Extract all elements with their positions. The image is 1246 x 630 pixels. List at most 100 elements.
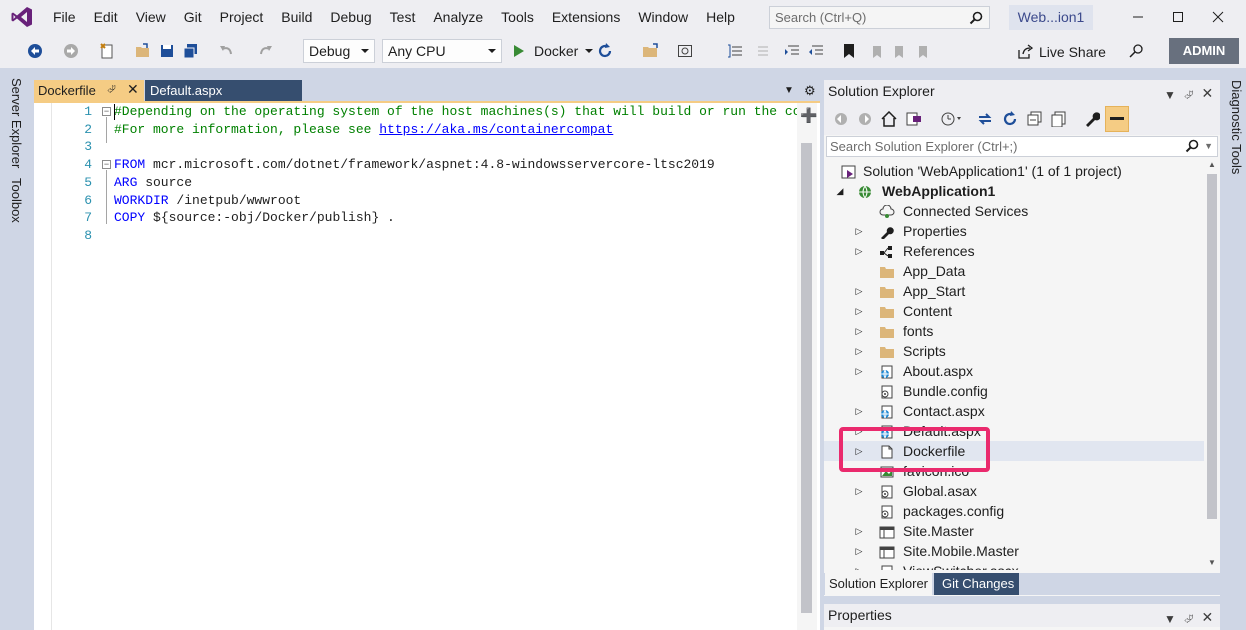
chevron-down-icon[interactable]: ▼ — [1204, 137, 1213, 156]
expand-arrow-icon[interactable]: ▷ — [853, 361, 865, 381]
tree-item-global-asax[interactable]: ▷ Global.asax — [824, 481, 1204, 501]
menu-test[interactable]: Test — [381, 0, 425, 34]
expand-arrow-icon[interactable]: ▷ — [853, 221, 865, 241]
new-project-icon[interactable] — [96, 41, 118, 61]
menu-build[interactable]: Build — [272, 0, 321, 34]
back-icon[interactable] — [832, 109, 850, 129]
tree-item-app-data[interactable]: App_Data — [824, 261, 1204, 281]
menu-help[interactable]: Help — [697, 0, 744, 34]
scroll-up-icon[interactable]: ▲ — [1208, 160, 1216, 169]
collapse-region-icon[interactable]: − — [102, 160, 111, 169]
close-tab-icon[interactable]: ✕ — [127, 79, 139, 100]
next-bookmark-icon[interactable] — [890, 41, 910, 61]
live-share-button[interactable]: Live Share — [1017, 41, 1106, 63]
home-icon[interactable] — [880, 109, 898, 129]
menu-edit[interactable]: Edit — [85, 0, 127, 34]
menu-tools[interactable]: Tools — [492, 0, 543, 34]
tab-solution-explorer[interactable]: Solution Explorer — [825, 573, 932, 595]
search-input[interactable]: Search (Ctrl+Q) — [769, 6, 990, 29]
menu-project[interactable]: Project — [211, 0, 273, 34]
save-all-icon[interactable] — [182, 41, 200, 61]
account-button[interactable]: ADMIN — [1169, 38, 1239, 64]
expand-arrow-icon[interactable]: ▷ — [853, 321, 865, 341]
solution-name-badge[interactable]: Web...ion1 — [1009, 5, 1093, 30]
collapse-region-icon[interactable]: − — [102, 107, 111, 116]
menu-debug[interactable]: Debug — [321, 0, 380, 34]
tree-item-references[interactable]: ▷ References — [824, 241, 1204, 261]
menu-window[interactable]: Window — [629, 0, 697, 34]
decrease-indent-icon[interactable] — [782, 41, 802, 61]
increase-indent-icon[interactable] — [806, 41, 826, 61]
code-editor[interactable]: 1 2 3 4 5 6 7 8 − − #Depending on the op… — [34, 103, 820, 630]
start-debugging-button[interactable]: Docker — [512, 40, 594, 62]
tree-item-about-aspx[interactable]: ▷ About.aspx — [824, 361, 1204, 381]
switch-views-icon[interactable] — [904, 109, 924, 129]
expand-arrow-icon[interactable]: ▷ — [853, 281, 865, 301]
tree-item-connected-services[interactable]: Connected Services — [824, 201, 1204, 221]
expand-arrow-icon[interactable]: ▷ — [853, 541, 865, 561]
project-node[interactable]: ◢ WebApplication1 — [824, 181, 1204, 201]
navigate-back-icon[interactable] — [24, 41, 46, 61]
expand-arrow-icon[interactable]: ▷ — [853, 481, 865, 501]
previous-bookmark-icon[interactable] — [866, 41, 886, 61]
pending-changes-filter-icon[interactable] — [938, 109, 966, 129]
show-all-files-icon[interactable] — [1049, 109, 1069, 129]
wrench-icon[interactable] — [1082, 109, 1102, 129]
menu-file[interactable]: File — [44, 0, 85, 34]
maximize-icon[interactable] — [1158, 0, 1198, 34]
open-file-icon[interactable] — [134, 41, 152, 61]
solution-configuration-select[interactable]: Debug — [303, 39, 375, 63]
menu-git[interactable]: Git — [175, 0, 211, 34]
expand-arrow-icon[interactable]: ▷ — [853, 561, 865, 570]
minimize-icon[interactable] — [1118, 0, 1158, 34]
uncomment-icon[interactable] — [751, 41, 771, 61]
navigate-forward-icon[interactable] — [62, 41, 80, 61]
toolbox-tab[interactable]: Toolbox — [9, 178, 24, 223]
expand-arrow-icon[interactable]: ▷ — [853, 341, 865, 361]
tab-git-changes[interactable]: Git Changes — [934, 573, 1019, 595]
browser-link-icon[interactable] — [675, 41, 695, 61]
container-compat-link[interactable]: https://aka.ms/containercompat — [379, 122, 613, 137]
sync-icon[interactable] — [975, 109, 995, 129]
tree-item-contact-aspx[interactable]: ▷ Contact.aspx — [824, 401, 1204, 421]
tree-item-site-master[interactable]: ▷ Site.Master — [824, 521, 1204, 541]
save-icon[interactable] — [158, 41, 176, 61]
forward-icon[interactable] — [856, 109, 874, 129]
expand-arrow-icon[interactable]: ▷ — [853, 521, 865, 541]
scrollbar-thumb[interactable] — [801, 143, 812, 613]
folder-open-icon[interactable] — [641, 41, 661, 61]
comment-icon[interactable] — [725, 41, 745, 61]
solution-node[interactable]: Solution 'WebApplication1' (1 of 1 proje… — [824, 161, 1204, 181]
collapse-all-icon[interactable] — [1025, 109, 1045, 129]
scroll-down-icon[interactable]: ▼ — [1208, 558, 1216, 567]
close-window-icon[interactable] — [1198, 0, 1238, 34]
server-explorer-tab[interactable]: Server Explorer — [9, 78, 24, 168]
redo-icon[interactable] — [256, 41, 276, 61]
tree-item-fonts[interactable]: ▷ fonts — [824, 321, 1204, 341]
diagnostic-tools-tab[interactable]: Diagnostic Tools — [1229, 80, 1244, 174]
scrollbar-thumb[interactable] — [1207, 174, 1217, 519]
tab-overflow-icon[interactable]: ▼ — [784, 80, 794, 101]
tree-item-content[interactable]: ▷ Content — [824, 301, 1204, 321]
menu-view[interactable]: View — [127, 0, 175, 34]
tree-item-viewswitcher-ascx[interactable]: ▷ ViewSwitcher.ascx — [824, 561, 1204, 570]
solution-vertical-scrollbar[interactable]: ▲ ▼ — [1204, 160, 1220, 570]
visual-studio-logo-icon[interactable] — [0, 0, 44, 34]
bookmark-icon[interactable] — [839, 41, 859, 61]
expand-arrow-icon[interactable]: ▷ — [853, 401, 865, 421]
tree-item-properties[interactable]: ▷ Properties — [824, 221, 1204, 241]
tab-dockerfile[interactable]: Dockerfile ⮰ ✕ — [34, 80, 144, 101]
feedback-icon[interactable] — [1125, 41, 1147, 61]
refresh-icon[interactable] — [1000, 109, 1020, 129]
tree-item-scripts[interactable]: ▷ Scripts — [824, 341, 1204, 361]
preview-selected-items-icon[interactable] — [1105, 106, 1129, 132]
split-window-icon[interactable]: ➕ — [800, 107, 817, 124]
menu-analyze[interactable]: Analyze — [424, 0, 492, 34]
gear-icon[interactable]: ⚙ — [804, 80, 816, 101]
tree-item-app-start[interactable]: ▷ App_Start — [824, 281, 1204, 301]
undo-icon[interactable] — [216, 41, 236, 61]
tab-default-aspx[interactable]: Default.aspx — [145, 80, 302, 101]
editor-vertical-scrollbar[interactable]: ➕ — [797, 103, 817, 630]
expand-arrow-icon[interactable]: ▷ — [853, 301, 865, 321]
solution-platform-select[interactable]: Any CPU — [382, 39, 502, 63]
